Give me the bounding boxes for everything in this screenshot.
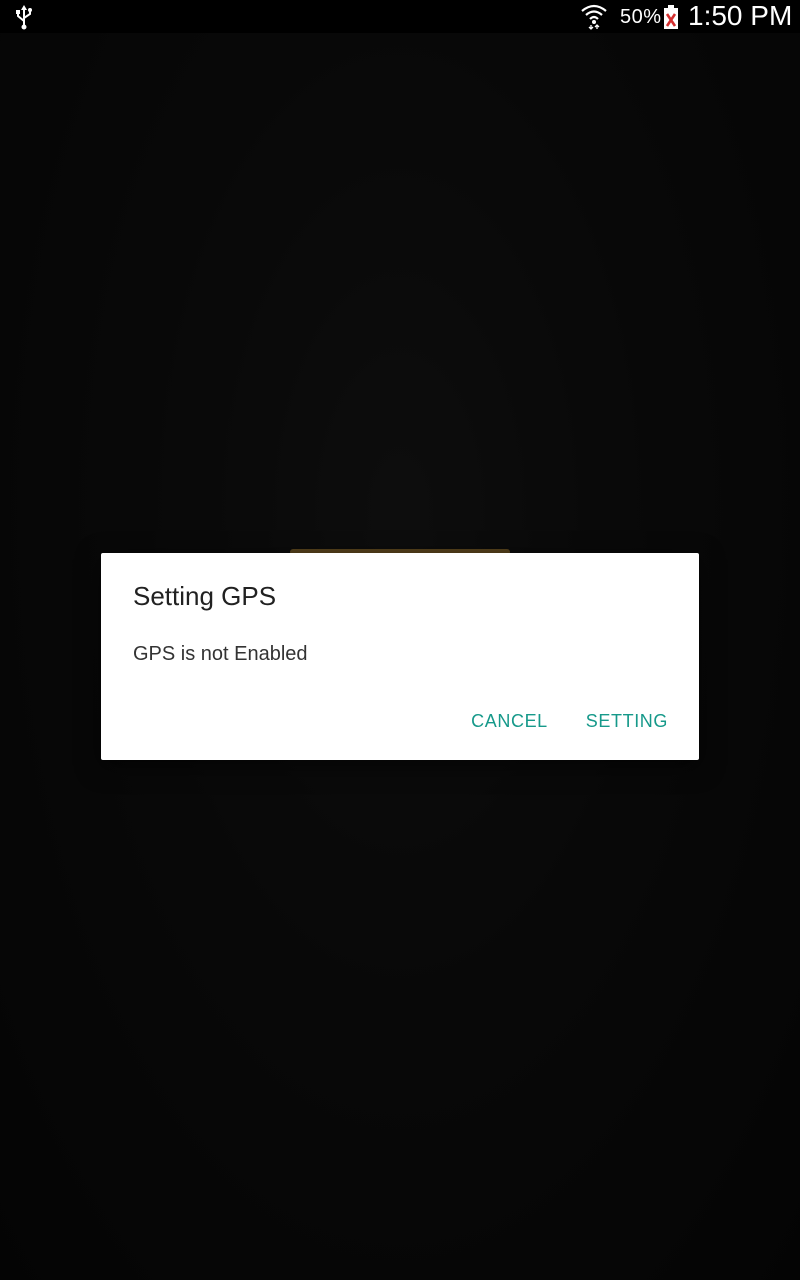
battery-charging-icon [664, 5, 678, 29]
battery-percent: 50% [620, 6, 662, 28]
dialog-title: Setting GPS [133, 581, 277, 611]
usb-icon [16, 5, 32, 30]
clock: 1:50 PM [688, 0, 793, 31]
cancel-button[interactable]: CANCEL [456, 703, 563, 739]
gps-alert-dialog: Setting GPS GPS is not Enabled CANCEL SE… [101, 553, 699, 760]
setting-button[interactable]: SETTING [571, 703, 683, 739]
wifi-icon [581, 4, 607, 30]
dialog-message: GPS is not Enabled [133, 643, 308, 665]
status-bar: 50% 1:50 PM [0, 0, 800, 33]
app-screen: 50% 1:50 PM Setting GPS GPS is not Enabl… [0, 0, 800, 1280]
dialog-actions: CANCEL SETTING [456, 703, 683, 739]
